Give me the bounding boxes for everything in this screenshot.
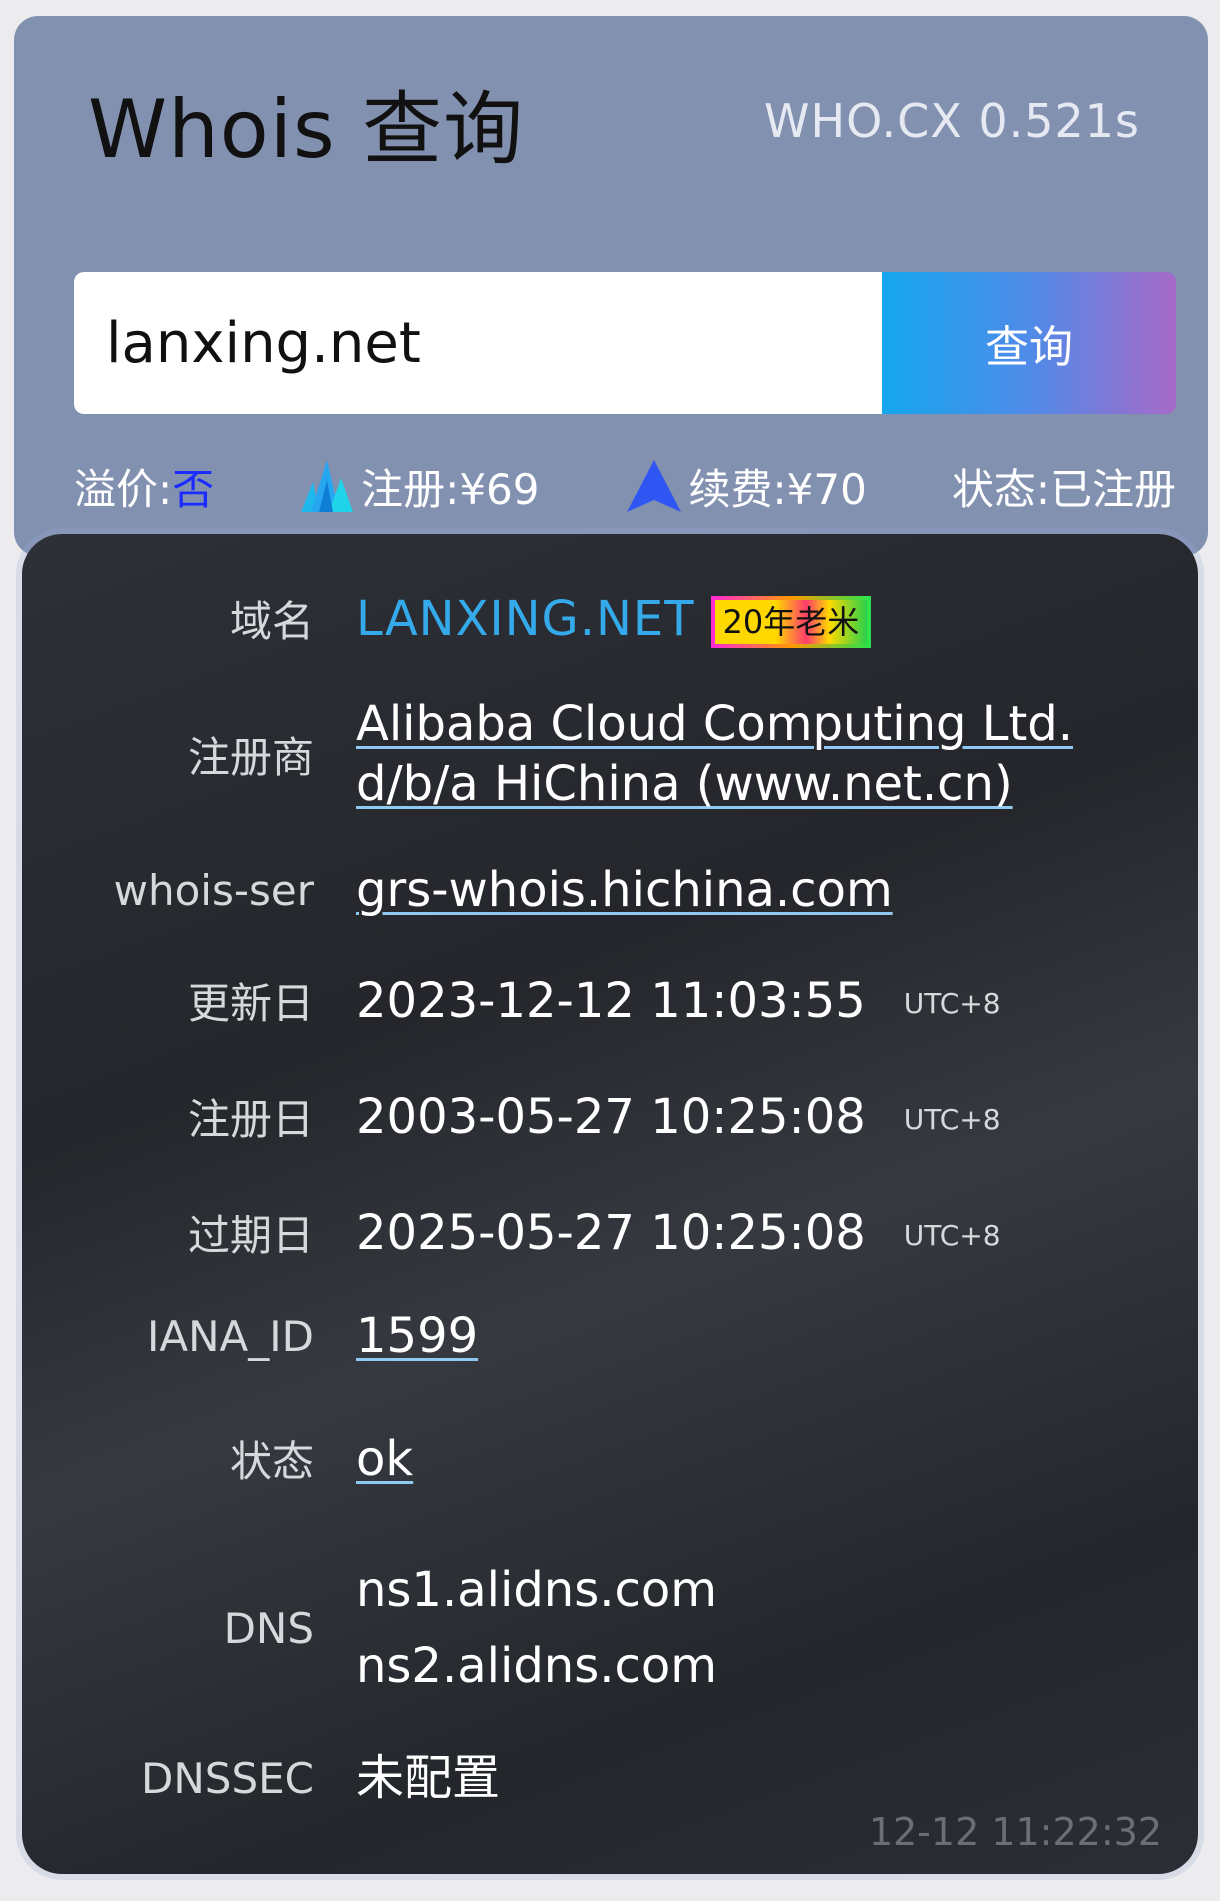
query-timestamp: 12-12 11:22:32 [868, 1810, 1162, 1854]
iana-id-row: IANA_ID 1599 [22, 1306, 1198, 1366]
search-input[interactable] [74, 272, 882, 414]
expires-label: 过期日 [187, 1211, 314, 1260]
dns-label: DNS [223, 1603, 314, 1653]
whois-server-label: whois-ser [113, 865, 314, 915]
updated-row: 更新日 2023-12-12 11:03:55 UTC+8 [22, 970, 1198, 1031]
updated-label: 更新日 [187, 979, 314, 1028]
register-price-label: 注册:¥69 [361, 464, 540, 514]
whois-result-card: 域名 LANXING.NET 20年老米 注册商 Alibaba Cloud Co… [22, 534, 1198, 1874]
registrar-value-wrap: Alibaba Cloud Computing Ltd. d/b/a HiChi… [356, 694, 1096, 814]
expires-value-wrap: 2025-05-27 10:25:08 UTC+8 [356, 1203, 1001, 1263]
created-timezone: UTC+8 [903, 1103, 1001, 1136]
status-label: 状态 [229, 1437, 314, 1486]
search-button[interactable]: 查询 [882, 272, 1176, 414]
dnssec-row: DNSSEC 未配置 [22, 1748, 1198, 1808]
iana-id-link[interactable]: 1599 [356, 1308, 478, 1364]
header-panel: Whois 查询 WHO.CX 0.521s 查询 溢价:否 注册:¥69 续费… [14, 16, 1208, 556]
dnssec-value: 未配置 [356, 1750, 501, 1806]
renew-price-label: 续费:¥70 [688, 464, 867, 514]
mountain-peaks-icon [301, 460, 354, 512]
created-label: 注册日 [187, 1095, 314, 1144]
expires-row: 过期日 2025-05-27 10:25:08 UTC+8 [22, 1202, 1198, 1263]
whois-server-row: whois-ser grs-whois.hichina.com [22, 860, 1198, 920]
created-value-wrap: 2003-05-27 10:25:08 UTC+8 [356, 1087, 1001, 1147]
expires-timezone: UTC+8 [903, 1219, 1001, 1252]
domain-age-badge: 20年老米 [710, 595, 872, 648]
triangle-arrow-icon [626, 460, 681, 512]
renew-price: 续费:¥70 [625, 456, 867, 517]
status-link[interactable]: ok [356, 1431, 413, 1487]
premium-value: 否 [172, 464, 215, 514]
expires-date: 2025-05-27 10:25:08 [356, 1204, 866, 1261]
dns-row: DNS ns1.alidns.com ns2.alidns.com [22, 1552, 1198, 1704]
whois-server-value-wrap: grs-whois.hichina.com [356, 860, 893, 920]
iana-id-value-wrap: 1599 [356, 1306, 478, 1366]
registrar-link[interactable]: Alibaba Cloud Computing Ltd. d/b/a HiChi… [356, 696, 1073, 812]
price-info-bar: 溢价: 否 注册:¥69 续费:¥70 状态:已注册 [74, 456, 1176, 516]
domain-name: LANXING.NET [356, 590, 695, 647]
created-date: 2003-05-27 10:25:08 [356, 1088, 866, 1145]
register-price: 注册:¥69 [299, 456, 540, 517]
search-form: 查询 [74, 272, 1176, 414]
response-time: WHO.CX 0.521s [764, 94, 1140, 148]
created-row: 注册日 2003-05-27 10:25:08 UTC+8 [22, 1086, 1198, 1147]
status-value-wrap: ok [356, 1429, 413, 1489]
page-title: Whois 查询 [88, 83, 525, 176]
domain-label: 域名 [229, 597, 314, 646]
premium-label: 溢价: [74, 464, 173, 514]
dnssec-label: DNSSEC [141, 1753, 314, 1803]
registrar-label: 注册商 [187, 732, 314, 782]
registration-status-label: 状态:已注册 [951, 464, 1176, 514]
domain-value-wrap: LANXING.NET 20年老米 [356, 589, 872, 649]
updated-timezone: UTC+8 [903, 987, 1001, 1020]
status-row: 状态 ok [22, 1428, 1198, 1489]
updated-value-wrap: 2023-12-12 11:03:55 UTC+8 [356, 971, 1001, 1031]
dns-server-item: ns1.alidns.com [356, 1562, 717, 1618]
registration-status: 状态:已注册 [952, 456, 1176, 517]
registrar-row: 注册商 Alibaba Cloud Computing Ltd. d/b/a H… [22, 694, 1198, 814]
domain-row: 域名 LANXING.NET 20年老米 [22, 588, 1198, 649]
whois-server-link[interactable]: grs-whois.hichina.com [356, 862, 893, 918]
updated-date: 2023-12-12 11:03:55 [356, 972, 866, 1029]
dns-list: ns1.alidns.com ns2.alidns.com [356, 1552, 717, 1704]
dns-server-item: ns2.alidns.com [356, 1638, 717, 1694]
iana-id-label: IANA_ID [147, 1311, 314, 1361]
premium-info: 溢价: 否 [74, 456, 214, 517]
